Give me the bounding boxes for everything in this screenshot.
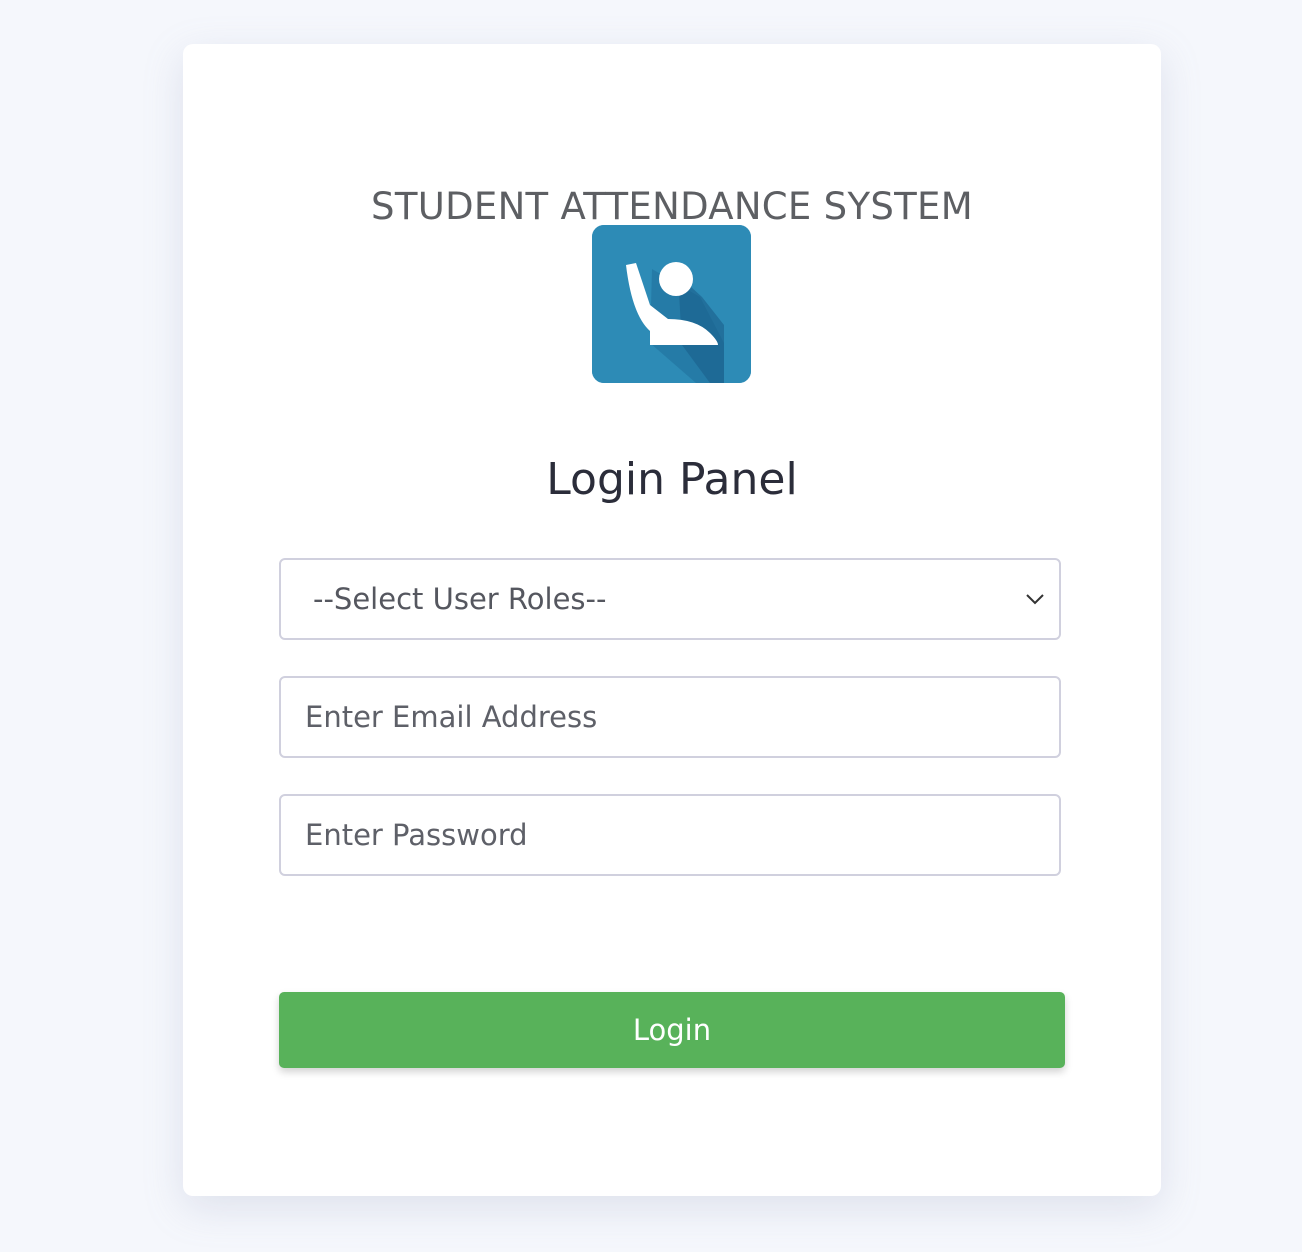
chevron-down-icon <box>1026 594 1044 605</box>
user-role-selected-value: --Select User Roles-- <box>313 582 607 616</box>
login-card: STUDENT ATTENDANCE SYSTEM Login Panel --… <box>183 44 1161 1196</box>
panel-title: Login Panel <box>546 454 798 505</box>
password-field[interactable] <box>281 796 1059 874</box>
user-role-select[interactable]: --Select User Roles-- <box>279 558 1061 640</box>
email-field[interactable] <box>281 678 1059 756</box>
login-button[interactable]: Login <box>279 992 1065 1068</box>
student-raised-hand-icon <box>592 225 751 383</box>
email-field-wrapper <box>279 676 1061 758</box>
password-field-wrapper <box>279 794 1061 876</box>
